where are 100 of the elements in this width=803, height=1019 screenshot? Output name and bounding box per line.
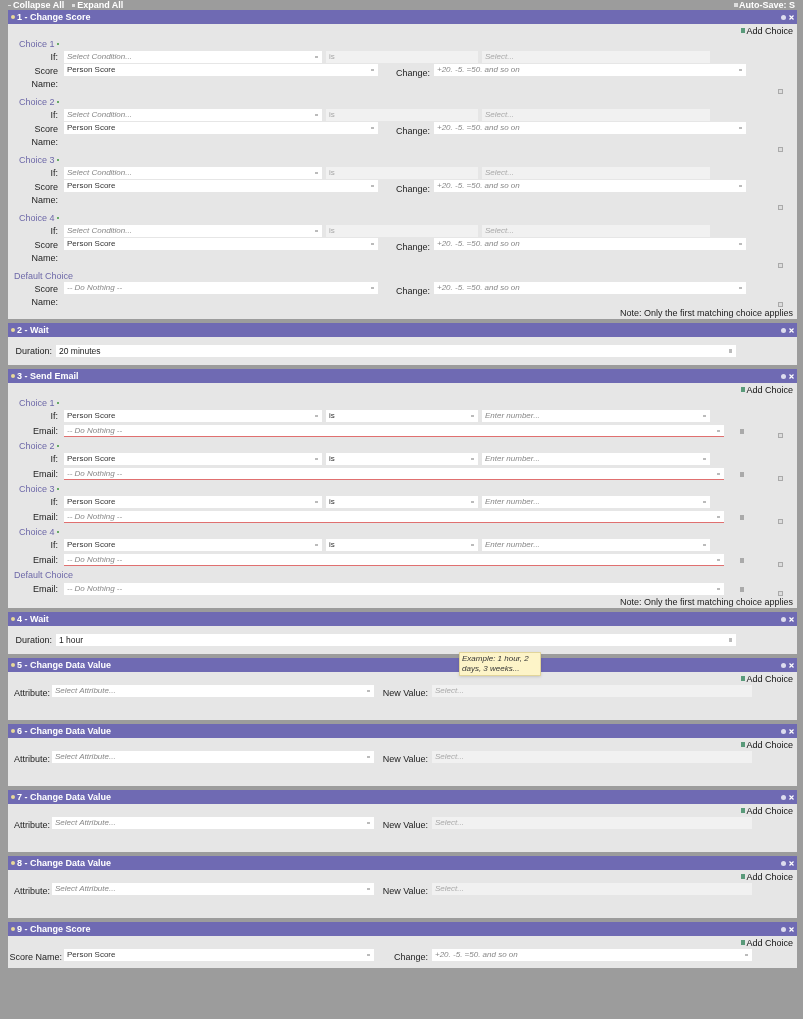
- settings-icon[interactable]: [781, 860, 786, 866]
- field-label: Score Name:: [8, 951, 63, 963]
- step-header[interactable]: 4 - Wait: [8, 612, 797, 626]
- step-header[interactable]: 9 - Change Score: [8, 922, 797, 936]
- close-icon[interactable]: [789, 926, 794, 932]
- select-field[interactable]: -- Do Nothing --: [64, 468, 724, 480]
- select-field[interactable]: +20. -5. =50. and so on: [434, 238, 746, 250]
- select-field[interactable]: Enter number...: [482, 539, 710, 551]
- close-icon[interactable]: [789, 373, 794, 379]
- add-choice-link[interactable]: Add Choice: [741, 870, 793, 883]
- settings-icon[interactable]: [781, 926, 786, 932]
- select-field[interactable]: Person Score: [64, 122, 378, 134]
- select-field[interactable]: Select Attribute...: [52, 751, 374, 763]
- select-field[interactable]: Person Score: [64, 949, 374, 961]
- delete-icon[interactable]: [778, 475, 783, 481]
- settings-icon[interactable]: [781, 728, 786, 734]
- close-icon[interactable]: [789, 728, 794, 734]
- add-choice-link[interactable]: Add Choice: [741, 738, 793, 751]
- delete-icon[interactable]: [778, 205, 783, 210]
- delete-icon[interactable]: [778, 518, 783, 524]
- select-field[interactable]: Person Score: [64, 453, 322, 465]
- settings-icon[interactable]: [781, 662, 786, 668]
- settings-icon[interactable]: [781, 327, 786, 333]
- collapse-icon[interactable]: [11, 729, 15, 733]
- collapse-icon[interactable]: [11, 617, 15, 621]
- select-field[interactable]: Select Attribute...: [52, 883, 374, 895]
- select-field[interactable]: Person Score: [64, 64, 378, 76]
- select-field[interactable]: Select Condition...: [64, 109, 322, 121]
- select-field[interactable]: Person Score: [64, 180, 378, 192]
- add-choice-link[interactable]: Add Choice: [741, 383, 793, 396]
- duration-field[interactable]: 1 hour: [56, 634, 736, 646]
- select-field[interactable]: Person Score: [64, 496, 322, 508]
- add-choice-link[interactable]: Add Choice: [741, 24, 793, 37]
- step-header[interactable]: 7 - Change Data Value: [8, 790, 797, 804]
- close-icon[interactable]: [789, 14, 794, 20]
- caret-icon: [315, 415, 318, 417]
- select-field[interactable]: Select Attribute...: [52, 685, 374, 697]
- close-icon[interactable]: [789, 860, 794, 866]
- select-field[interactable]: Person Score: [64, 410, 322, 422]
- select-field[interactable]: Person Score: [64, 238, 378, 250]
- settings-icon[interactable]: [781, 794, 786, 800]
- select-field[interactable]: Select Condition...: [64, 167, 322, 179]
- add-choice-link[interactable]: Add Choice: [741, 804, 793, 817]
- collapse-icon[interactable]: [11, 328, 15, 332]
- field-label: New Value:: [381, 753, 429, 766]
- delete-icon[interactable]: [778, 590, 783, 596]
- caret-icon: [371, 127, 374, 129]
- select-field[interactable]: +20. -5. =50. and so on: [434, 282, 746, 294]
- select-field[interactable]: +20. -5. =50. and so on: [434, 180, 746, 192]
- select-field[interactable]: is: [326, 539, 478, 551]
- select-field[interactable]: Enter number...: [482, 496, 710, 508]
- close-icon[interactable]: [789, 794, 794, 800]
- select-field[interactable]: Select Attribute...: [52, 817, 374, 829]
- collapse-icon[interactable]: [11, 861, 15, 865]
- close-icon[interactable]: [789, 327, 794, 333]
- select-field[interactable]: -- Do Nothing --: [64, 425, 724, 437]
- select-field[interactable]: +20. -5. =50. and so on: [434, 122, 746, 134]
- field-label: Attribute:: [12, 885, 51, 897]
- expand-all-button[interactable]: Expand All: [72, 0, 124, 10]
- select-field[interactable]: is: [326, 453, 478, 465]
- select-field[interactable]: Enter number...: [482, 453, 710, 465]
- collapse-icon[interactable]: [11, 927, 15, 931]
- collapse-all-button[interactable]: Collapse All: [8, 0, 65, 10]
- select-field[interactable]: Enter number...: [482, 410, 710, 422]
- select-field[interactable]: Select Condition...: [64, 225, 322, 237]
- collapse-icon[interactable]: [11, 15, 15, 19]
- add-choice-link[interactable]: Add Choice: [741, 672, 793, 685]
- select-field[interactable]: -- Do Nothing --: [64, 554, 724, 566]
- delete-icon[interactable]: [778, 263, 783, 268]
- duration-field[interactable]: 20 minutes: [56, 345, 736, 357]
- delete-icon[interactable]: [778, 302, 783, 307]
- select-field[interactable]: -- Do Nothing --: [64, 282, 378, 294]
- settings-icon[interactable]: [781, 14, 786, 20]
- field-label: Duration:: [14, 345, 53, 357]
- select-field[interactable]: is: [326, 496, 478, 508]
- step-header[interactable]: 1 - Change Score: [8, 10, 797, 24]
- select-field[interactable]: +20. -5. =50. and so on: [432, 949, 752, 961]
- select-field[interactable]: -- Do Nothing --: [64, 511, 724, 523]
- delete-icon[interactable]: [778, 89, 783, 94]
- collapse-icon[interactable]: [11, 795, 15, 799]
- step-header[interactable]: 2 - Wait: [8, 323, 797, 337]
- select-field[interactable]: -- Do Nothing --: [64, 583, 724, 595]
- select-field[interactable]: +20. -5. =50. and so on: [434, 64, 746, 76]
- close-icon[interactable]: [789, 616, 794, 622]
- settings-icon[interactable]: [781, 373, 786, 379]
- field-label: If:: [49, 453, 59, 465]
- settings-icon[interactable]: [781, 616, 786, 622]
- step-header[interactable]: 8 - Change Data Value: [8, 856, 797, 870]
- close-icon[interactable]: [789, 662, 794, 668]
- select-field[interactable]: is: [326, 410, 478, 422]
- collapse-icon[interactable]: [11, 663, 15, 667]
- step-header[interactable]: 6 - Change Data Value: [8, 724, 797, 738]
- delete-icon[interactable]: [778, 147, 783, 152]
- select-field[interactable]: Select Condition...: [64, 51, 322, 63]
- step-header[interactable]: 3 - Send Email: [8, 369, 797, 383]
- select-field[interactable]: Person Score: [64, 539, 322, 551]
- delete-icon[interactable]: [778, 432, 783, 438]
- add-choice-link[interactable]: Add Choice: [741, 936, 793, 949]
- collapse-icon[interactable]: [11, 374, 15, 378]
- delete-icon[interactable]: [778, 561, 783, 567]
